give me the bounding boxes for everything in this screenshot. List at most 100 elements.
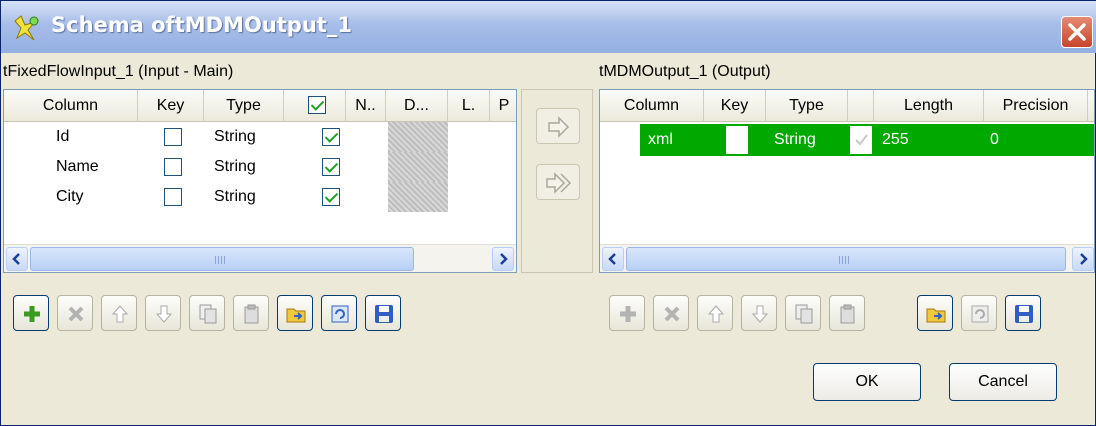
export-button[interactable]	[961, 295, 997, 331]
col-header-nullable-check[interactable]	[284, 90, 346, 122]
table-row-selected[interactable]: xml String 255 0	[600, 124, 1094, 156]
move-down-button[interactable]	[741, 295, 777, 331]
key-checkbox[interactable]	[726, 126, 748, 154]
col-header-length[interactable]: Length	[874, 90, 984, 122]
save-schema-button[interactable]	[365, 295, 401, 331]
col-header-nullable[interactable]: N..	[346, 90, 386, 122]
cell-type[interactable]: String	[774, 125, 816, 155]
scroll-right-button[interactable]	[492, 247, 514, 271]
col-header-type[interactable]: Type	[204, 90, 284, 122]
add-row-button[interactable]	[13, 295, 49, 331]
cancel-button[interactable]: Cancel	[949, 363, 1057, 401]
nullable-checkbox[interactable]	[322, 158, 340, 176]
col-header-column[interactable]: Column	[4, 90, 138, 122]
scroll-grip	[839, 256, 851, 264]
copy-icon	[795, 304, 813, 324]
col-header-precision[interactable]: P	[490, 90, 516, 122]
add-icon	[24, 306, 40, 322]
scroll-thumb[interactable]	[30, 247, 414, 271]
scroll-left-button[interactable]	[6, 247, 28, 271]
table-row[interactable]: City String	[4, 182, 516, 212]
col-header-type[interactable]: Type	[766, 90, 848, 122]
copy-all-button[interactable]	[536, 164, 580, 200]
input-schema-table: Column Key Type N.. D... L. P Id String …	[3, 89, 517, 273]
input-table-hscrollbar[interactable]	[4, 244, 516, 272]
copy-icon	[199, 304, 217, 324]
export-button[interactable]	[321, 295, 357, 331]
cell-type[interactable]: String	[214, 152, 256, 182]
checkmark-icon	[855, 134, 868, 146]
move-up-icon	[707, 305, 725, 323]
cell-precision[interactable]: 0	[990, 125, 999, 155]
cell-type[interactable]: String	[214, 122, 256, 152]
copy-selected-button[interactable]	[536, 108, 580, 144]
nullable-checkbox[interactable]	[850, 126, 872, 154]
col-header-default[interactable]: D...	[386, 90, 448, 122]
move-down-button[interactable]	[145, 295, 181, 331]
scroll-thumb[interactable]	[626, 247, 1066, 271]
import-button[interactable]	[277, 295, 313, 331]
copy-all-arrow-icon	[546, 172, 572, 194]
import-button[interactable]	[917, 295, 953, 331]
move-up-icon	[111, 305, 129, 323]
cell-type[interactable]: String	[214, 182, 256, 212]
key-checkbox[interactable]	[164, 128, 182, 146]
add-row-button[interactable]	[609, 295, 645, 331]
remove-icon	[68, 306, 84, 322]
nullable-checkbox[interactable]	[322, 128, 340, 146]
add-icon	[620, 306, 636, 322]
col-header-key[interactable]: Key	[138, 90, 204, 122]
close-button[interactable]	[1061, 16, 1093, 48]
move-up-button[interactable]	[697, 295, 733, 331]
talend-component-icon	[14, 15, 39, 41]
copy-buttons-panel	[521, 89, 593, 273]
cell-column-name[interactable]: xml	[648, 125, 673, 155]
scroll-right-button[interactable]	[1072, 247, 1094, 271]
table-row[interactable]: Id String	[4, 122, 516, 152]
output-table-hscrollbar[interactable]	[600, 244, 1094, 272]
window-title: Schema oftMDMOutput_1	[51, 13, 352, 37]
input-table-header: Column Key Type N.. D... L. P	[4, 90, 516, 122]
chevron-right-icon	[1080, 253, 1088, 265]
export-icon	[971, 305, 989, 323]
col-header-length[interactable]: L.	[448, 90, 490, 122]
cell-column-name[interactable]: City	[56, 182, 84, 212]
chevron-right-icon	[500, 253, 508, 265]
schema-dialog: Schema oftMDMOutput_1 tFixedFlowInput_1 …	[0, 0, 1096, 426]
copy-selected-arrow-icon	[548, 116, 570, 138]
move-down-icon	[751, 305, 769, 323]
col-header-precision[interactable]: Precision	[984, 90, 1088, 122]
key-checkbox[interactable]	[164, 188, 182, 206]
scroll-grip	[215, 256, 227, 264]
cell-column-name[interactable]: Id	[56, 122, 69, 152]
remove-row-button[interactable]	[57, 295, 93, 331]
chevron-left-icon	[608, 253, 616, 265]
paste-button[interactable]	[829, 295, 865, 331]
table-row[interactable]: Name String	[4, 152, 516, 182]
export-icon	[331, 305, 349, 323]
col-header-key[interactable]: Key	[704, 90, 766, 122]
cell-column-name[interactable]: Name	[56, 152, 99, 182]
col-header-nullable[interactable]	[848, 90, 874, 122]
col-header-column[interactable]: Column	[600, 90, 704, 122]
select-all-nullable-checkbox[interactable]	[308, 96, 326, 114]
copy-button[interactable]	[189, 295, 225, 331]
cell-length[interactable]: 255	[882, 125, 909, 155]
move-up-button[interactable]	[101, 295, 137, 331]
paste-icon	[840, 304, 855, 324]
paste-icon	[244, 304, 259, 324]
output-schema-table: Column Key Type Length Precision xml Str…	[599, 89, 1095, 273]
output-table-header: Column Key Type Length Precision	[600, 90, 1094, 122]
output-panel-label: tMDMOutput_1 (Output)	[599, 63, 771, 80]
scroll-left-button[interactable]	[602, 247, 624, 271]
key-checkbox[interactable]	[164, 158, 182, 176]
nullable-checkbox[interactable]	[322, 188, 340, 206]
ok-button[interactable]: OK	[813, 363, 921, 401]
remove-row-button[interactable]	[653, 295, 689, 331]
move-down-icon	[155, 305, 173, 323]
chevron-left-icon	[12, 253, 20, 265]
save-schema-button[interactable]	[1005, 295, 1041, 331]
title-bar: Schema oftMDMOutput_1	[1, 1, 1096, 53]
paste-button[interactable]	[233, 295, 269, 331]
copy-button[interactable]	[785, 295, 821, 331]
